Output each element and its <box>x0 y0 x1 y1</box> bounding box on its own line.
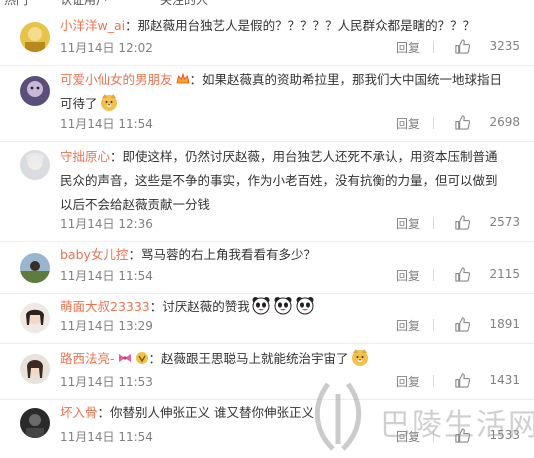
doge-emoji-icon <box>99 92 119 112</box>
panda-emoji-icon <box>251 295 271 315</box>
doge-emoji-icon <box>350 347 370 367</box>
username-link[interactable]: 路西法亮- <box>60 351 115 366</box>
comment-text: 路西法亮- ：赵薇跟王思聪马上就能统治宇宙了 <box>60 347 504 371</box>
reply-button[interactable]: 回复 <box>396 215 420 232</box>
comment-footer: 11月14日 13:29 回复 1891 <box>60 315 520 335</box>
avatar[interactable] <box>20 253 50 283</box>
comment-item: 小洋洋w_ai：那赵薇用台独艺人是假的？？？？？人民群众都是瞎的？？？ 11月1… <box>0 8 534 66</box>
panda-emoji-icon <box>295 295 315 315</box>
reply-button[interactable]: 回复 <box>396 115 420 132</box>
timestamp: 11月14日 12:36 <box>60 217 153 231</box>
avatar[interactable] <box>20 150 50 180</box>
divider <box>433 217 434 229</box>
divider <box>433 269 434 281</box>
username-link[interactable]: 可爱小仙女的男朋友 <box>60 72 173 87</box>
thumbs-up-icon <box>455 39 471 54</box>
divider <box>433 430 434 442</box>
reply-button[interactable]: 回复 <box>396 373 420 390</box>
like-count: 1431 <box>489 373 520 387</box>
like-count: 1891 <box>489 317 520 331</box>
reply-button[interactable]: 回复 <box>396 428 420 445</box>
avatar[interactable] <box>20 76 50 106</box>
like-button[interactable]: 1431 <box>442 371 520 391</box>
reply-button[interactable]: 回复 <box>396 39 420 56</box>
thumbs-up-icon <box>455 317 471 332</box>
comment-item: 可爱小仙女的男朋友 ：如果赵薇真的资助希拉里，那我们大中国统一地球指日可待了 11… <box>0 66 534 142</box>
like-button[interactable]: 2698 <box>442 113 520 133</box>
avatar[interactable] <box>20 22 50 52</box>
thumbs-up-icon <box>455 215 471 230</box>
timestamp: 11月14日 11:54 <box>60 430 153 444</box>
comment-body: ：骂马蓉的右上角我看看有多少？ <box>128 247 316 262</box>
like-button[interactable]: 2573 <box>442 213 520 233</box>
thumbs-up-icon <box>455 115 471 130</box>
thumbs-up-icon <box>455 428 471 443</box>
thumbs-up-icon <box>455 267 471 282</box>
comment-item: 守拙原心：即使这样，仍然讨厌赵薇，用台独艺人还死不承认，用资本压制普通民众的声音… <box>0 142 534 242</box>
comment-body: ：即使这样，仍然讨厌赵薇，用台独艺人还死不承认，用资本压制普通民众的声音，这些是… <box>60 149 498 212</box>
comment-text: 可爱小仙女的男朋友 ：如果赵薇真的资助希拉里，那我们大中国统一地球指日可待了 <box>60 68 504 116</box>
comment-text: baby女儿控：骂马蓉的右上角我看看有多少？ <box>60 243 504 267</box>
reply-button[interactable]: 回复 <box>396 267 420 284</box>
divider <box>433 375 434 387</box>
vip-badge-icon <box>135 351 149 365</box>
divider <box>433 117 434 129</box>
comment-footer: 11月14日 11:54 回复 2115 <box>60 265 520 285</box>
username-link[interactable]: 坏入骨 <box>60 405 98 420</box>
username-link[interactable]: 萌面大叔23333 <box>60 299 150 314</box>
comment-footer: 11月14日 11:54 回复 1533 <box>60 426 520 446</box>
comment-body: ：赵薇跟王思聪马上就能统治宇宙了 <box>148 351 349 366</box>
avatar[interactable] <box>20 303 50 333</box>
avatar[interactable] <box>20 408 50 438</box>
comment-footer: 11月14日 11:53 回复 1431 <box>60 371 520 391</box>
avatar[interactable] <box>20 354 50 384</box>
comment-body: ：讨厌赵薇的赞我 <box>149 299 250 314</box>
like-count: 1533 <box>489 428 520 442</box>
bow-badge-icon <box>118 351 132 365</box>
username-link[interactable]: baby女儿控 <box>60 247 128 262</box>
tab-verified[interactable]: 认证用户 <box>60 0 108 8</box>
comment-item: 路西法亮- ：赵薇跟王思聪马上就能统治宇宙了 11月14日 11:53 回复 14… <box>0 344 534 400</box>
like-count: 2573 <box>489 215 520 229</box>
timestamp: 11月14日 12:02 <box>60 41 153 55</box>
like-count: 2698 <box>489 115 520 129</box>
timestamp: 11月14日 11:54 <box>60 117 153 131</box>
comment-text: 守拙原心：即使这样，仍然讨厌赵薇，用台独艺人还死不承认，用资本压制普通民众的声音… <box>60 145 504 217</box>
divider <box>433 319 434 331</box>
thumbs-up-icon <box>455 373 471 388</box>
comment-item: 坏入骨：你替别人伸张正义 谁又替你伸张正义 11月14日 11:54 回复 15… <box>0 400 534 458</box>
comment-footer: 11月14日 12:02 回复 3235 <box>60 37 520 57</box>
like-count: 3235 <box>489 39 520 53</box>
reply-button[interactable]: 回复 <box>396 317 420 334</box>
comment-text: 小洋洋w_ai：那赵薇用台独艺人是假的？？？？？人民群众都是瞎的？？？ <box>60 14 504 38</box>
comment-body: ：你替别人伸张正义 谁又替你伸张正义 <box>97 405 314 420</box>
comment-item: baby女儿控：骂马蓉的右上角我看看有多少？ 11月14日 11:54 回复 2… <box>0 242 534 294</box>
comment-item: 萌面大叔23333：讨厌赵薇的赞我 11月14日 13:29 回复 1891 <box>0 294 534 344</box>
like-button[interactable]: 1891 <box>442 315 520 335</box>
tab-hot[interactable]: 热门 <box>4 0 28 8</box>
username-link[interactable]: 小洋洋w_ai <box>60 18 125 33</box>
timestamp: 11月14日 13:29 <box>60 319 153 333</box>
comment-footer: 11月14日 12:36 回复 2573 <box>60 213 520 233</box>
tab-following[interactable]: 关注的人 <box>160 0 208 8</box>
like-button[interactable]: 3235 <box>442 37 520 57</box>
like-button[interactable]: 2115 <box>442 265 520 285</box>
comment-body: ：那赵薇用台独艺人是假的？？？？？人民群众都是瞎的？？？ <box>125 18 476 33</box>
like-count: 2115 <box>489 267 520 281</box>
crown-badge-icon <box>176 72 190 86</box>
panda-emoji-icon <box>273 295 293 315</box>
like-button[interactable]: 1533 <box>442 426 520 446</box>
comment-text: 坏入骨：你替别人伸张正义 谁又替你伸张正义 <box>60 401 504 425</box>
timestamp: 11月14日 11:54 <box>60 269 153 283</box>
username-link[interactable]: 守拙原心 <box>60 149 110 164</box>
comment-footer: 11月14日 11:54 回复 2698 <box>60 113 520 133</box>
top-nav: 热门 认证用户 关注的人 <box>0 0 534 8</box>
timestamp: 11月14日 11:53 <box>60 375 153 389</box>
divider <box>433 41 434 53</box>
